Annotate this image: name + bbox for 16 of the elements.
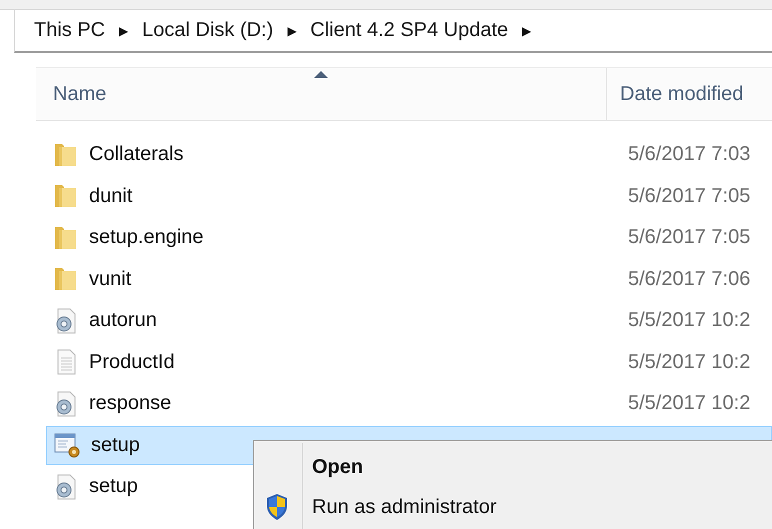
file-name: setup.engine xyxy=(89,226,204,249)
file-date: 5/6/2017 7:05 xyxy=(627,184,752,208)
file-name: autorun xyxy=(89,309,157,332)
file-name: vunit xyxy=(89,268,132,290)
file-name: setup xyxy=(91,434,140,456)
file-name: dunit xyxy=(89,184,132,208)
file-date: 5/5/2017 10:2 xyxy=(627,350,752,374)
file-date: 5/6/2017 7:03 xyxy=(627,143,752,166)
file-date: 5/6/2017 7:05 xyxy=(627,226,752,249)
file-name: Collaterals xyxy=(89,143,184,166)
file-name: setup xyxy=(89,475,138,498)
file-date: 5/5/2017 10:2 xyxy=(627,392,752,415)
file-name: response xyxy=(89,392,172,415)
file-date: 5/5/2017 10:2 xyxy=(627,309,752,332)
file-date: 5/6/2017 7:06 xyxy=(627,268,752,290)
file-name: ProductId xyxy=(89,350,175,374)
